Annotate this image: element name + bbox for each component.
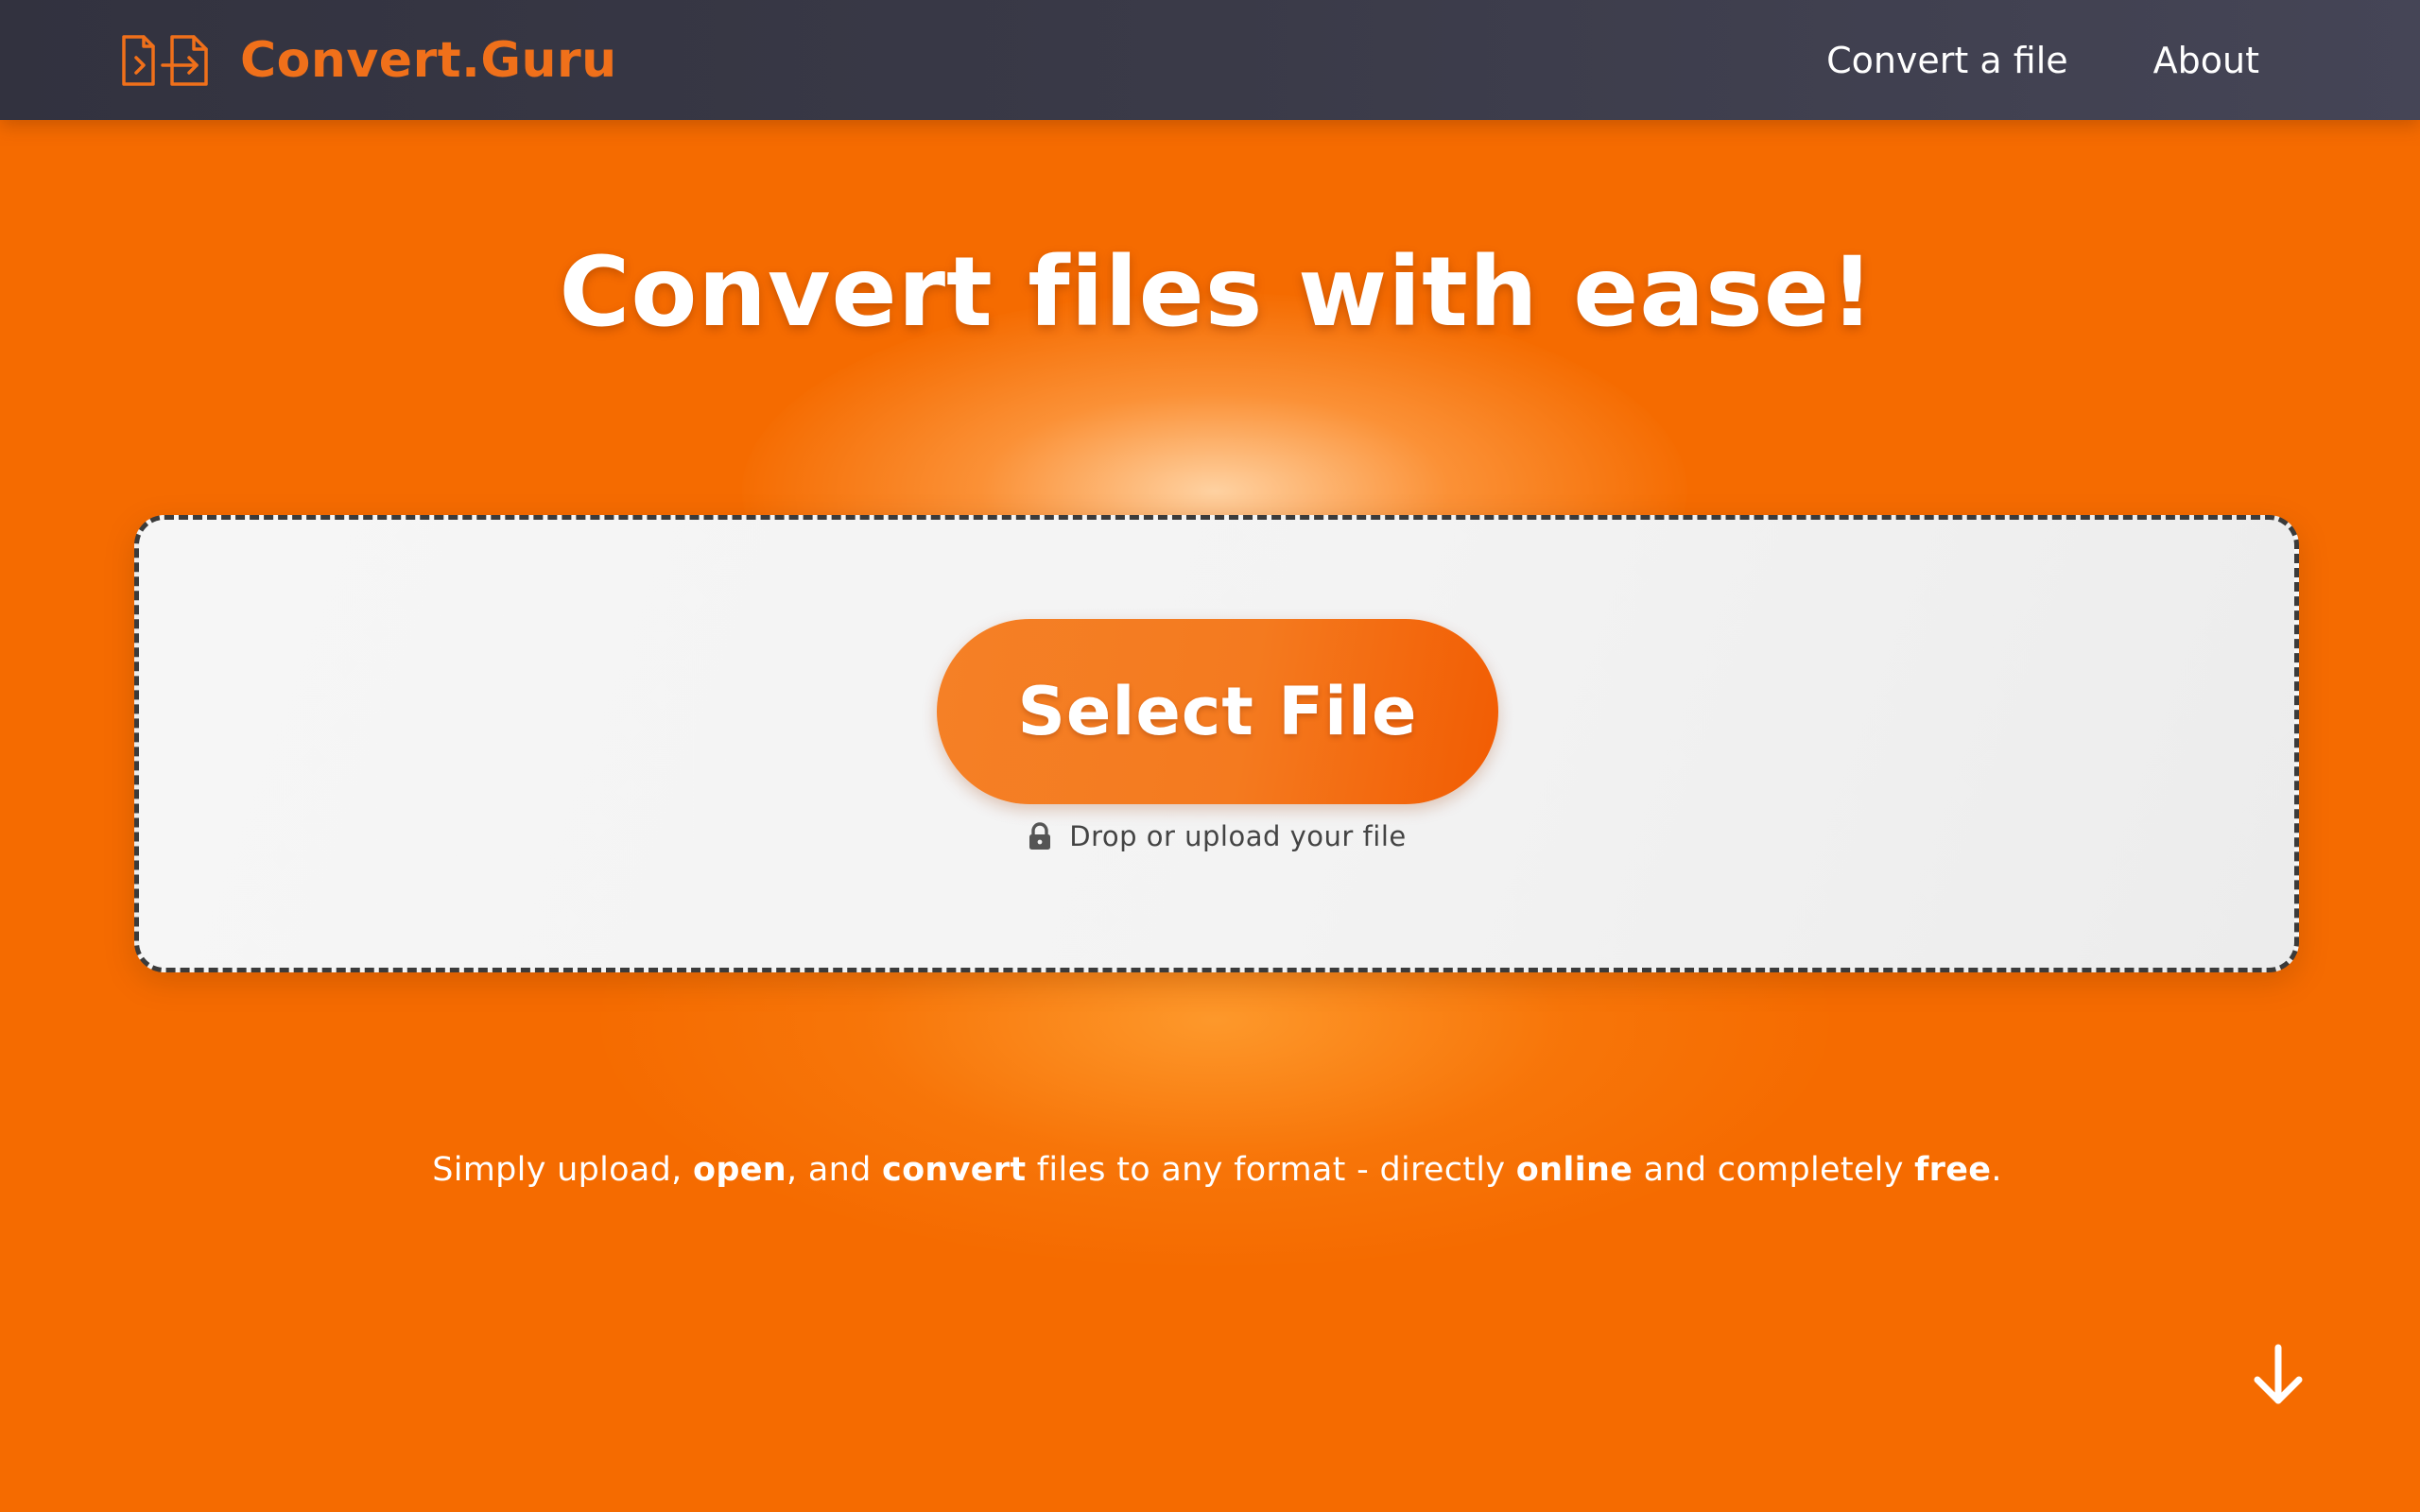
file-convert-icon (122, 35, 208, 86)
tagline-bold: open (693, 1151, 786, 1189)
tagline-text: . (1991, 1151, 2002, 1189)
tagline-bold: convert (882, 1151, 1027, 1189)
arrow-down-icon[interactable] (2250, 1342, 2307, 1408)
tagline-bold: online (1515, 1151, 1634, 1189)
brand-name: Convert.Guru (240, 32, 617, 89)
tagline-text: , and (786, 1151, 883, 1189)
nav-link-convert-a-file[interactable]: Convert a file (1826, 40, 2068, 81)
tagline: Simply upload, open, and convert files t… (0, 1151, 2420, 1189)
select-file-button[interactable]: Select File (937, 619, 1498, 804)
tagline-bold: free (1914, 1151, 1992, 1189)
tagline-text: and completely (1633, 1151, 1915, 1189)
nav-link-about[interactable]: About (2153, 40, 2259, 81)
landing-page: Convert.Guru Convert a file About Conver… (0, 0, 2420, 1512)
select-file-button-label: Select File (1017, 673, 1418, 750)
brand-logo-link[interactable]: Convert.Guru (121, 26, 617, 94)
drop-hint: Drop or upload your file (0, 820, 2420, 852)
hero-title: Convert files with ease! (559, 236, 1876, 349)
tagline-text: Simply upload, (432, 1151, 694, 1189)
nav-links: Convert a file About (1741, 0, 2259, 120)
tagline-text: files to any format - directly (1026, 1151, 1516, 1189)
drop-hint-text: Drop or upload your file (1069, 820, 1407, 852)
top-navbar: Convert.Guru Convert a file About (0, 0, 2420, 120)
lock-icon (1029, 822, 1051, 850)
